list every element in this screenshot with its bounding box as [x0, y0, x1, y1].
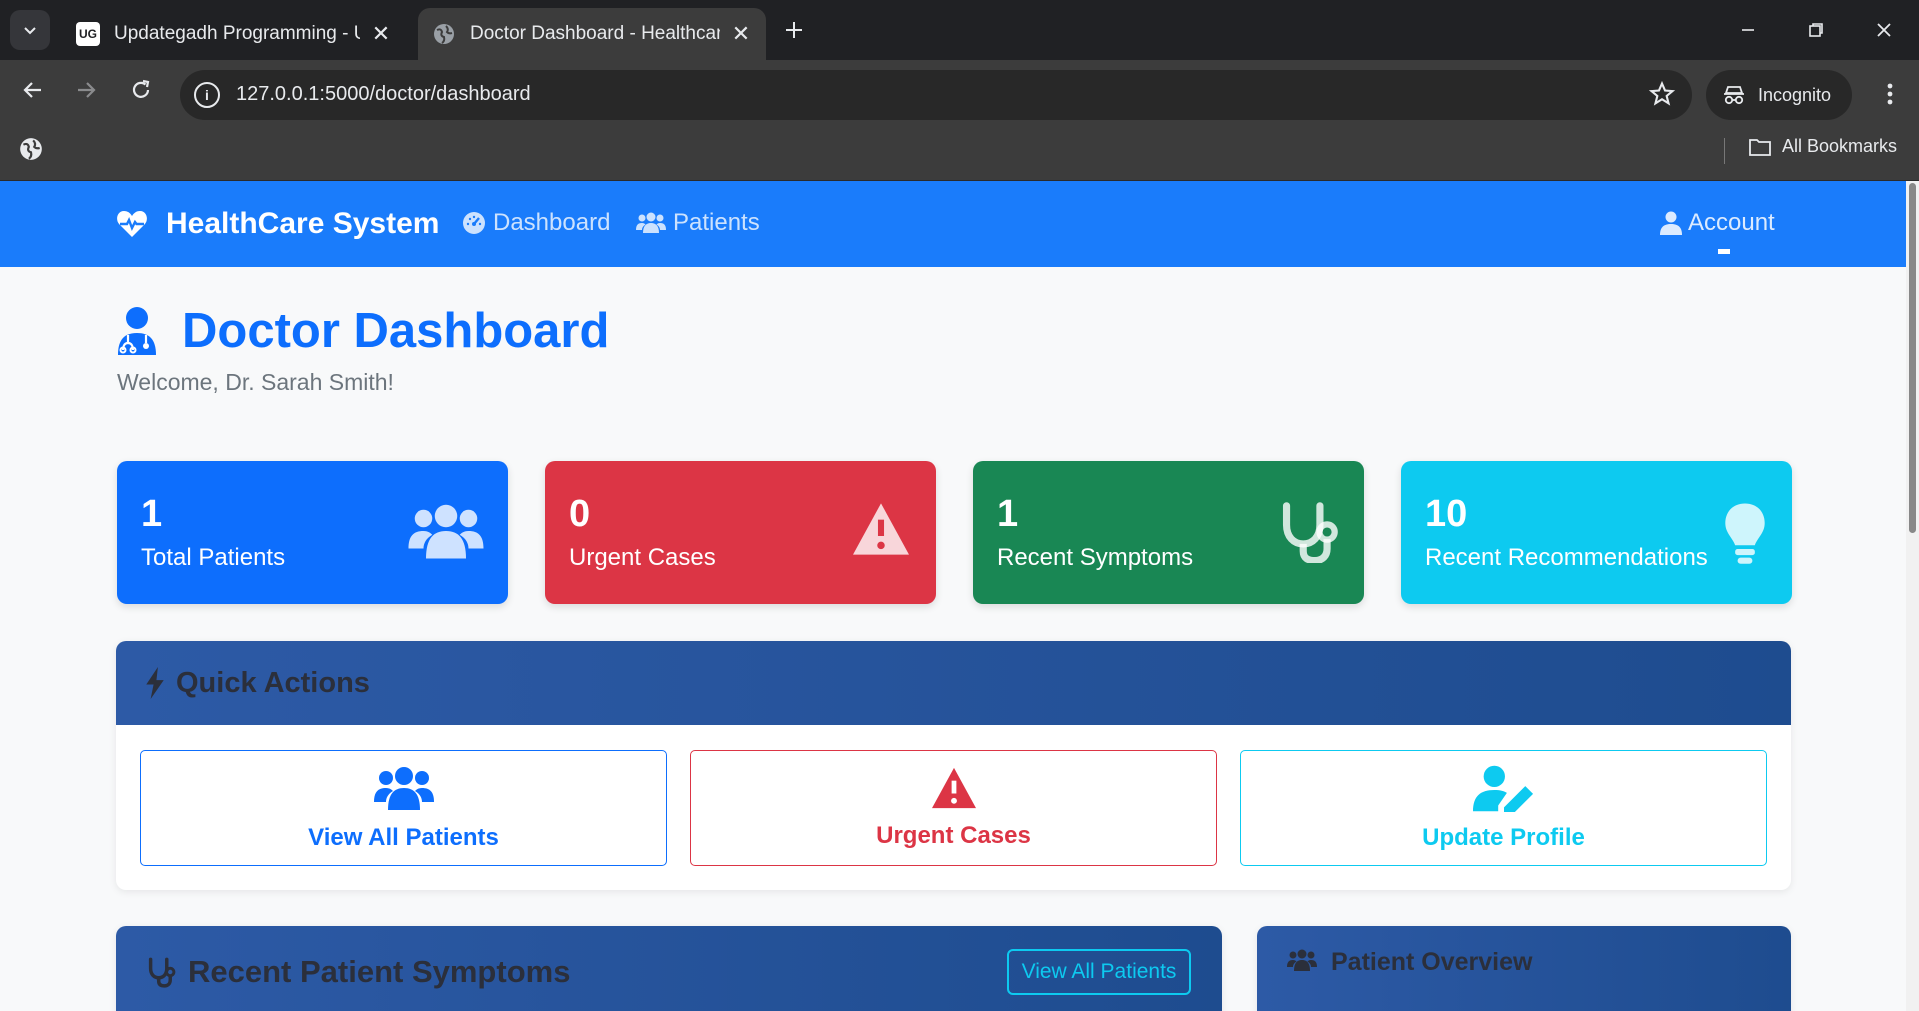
users-icon — [373, 767, 434, 810]
heartbeat-icon — [117, 211, 147, 237]
brand-link[interactable]: HealthCare System — [116, 207, 439, 241]
stat-label: Total Patients — [141, 544, 286, 571]
users-icon — [636, 212, 666, 233]
tab-title: Doctor Dashboard - Healthcare — [470, 23, 720, 44]
new-tab-button[interactable] — [776, 12, 812, 48]
welcome-message: Welcome, Dr. Sarah Smith! — [117, 369, 394, 395]
stat-card-recent-recommendations[interactable]: 10 Recent Recommendations — [1401, 461, 1792, 604]
plus-icon — [786, 22, 802, 38]
close-tab-icon[interactable]: ✕ — [370, 21, 392, 47]
nav-dashboard-link[interactable]: Dashboard — [462, 209, 610, 237]
incognito-label: Incognito — [1758, 84, 1832, 105]
app-navbar: HealthCare System Dashboard Patients Acc… — [0, 181, 1906, 267]
close-window-button[interactable] — [1862, 8, 1906, 52]
more-vertical-icon — [1887, 83, 1893, 105]
stethoscope-icon — [148, 957, 176, 988]
tab-title: Updategadh Programming - Up — [114, 23, 360, 44]
patient-overview-title: Patient Overview — [1331, 948, 1533, 976]
close-icon — [1877, 23, 1891, 37]
back-button[interactable] — [13, 70, 53, 110]
stat-value: 10 — [1425, 493, 1468, 535]
user-icon — [1660, 211, 1682, 235]
stat-card-urgent-cases[interactable]: 0 Urgent Cases — [545, 461, 936, 604]
user-doctor-icon — [118, 307, 156, 355]
browser-tab-updategadh[interactable]: UG Updategadh Programming - Up ✕ — [62, 8, 406, 60]
stat-card-total-patients[interactable]: 1 Total Patients — [117, 461, 508, 604]
account-label: Account — [1688, 209, 1775, 236]
page-viewport: HealthCare System Dashboard Patients Acc… — [0, 181, 1906, 1011]
stat-value: 0 — [569, 493, 591, 535]
updategadh-logo-icon: UG — [76, 22, 100, 46]
quick-actions-card: Quick Actions View All Patients Urgent C… — [116, 641, 1791, 890]
browser-tab-strip: UG Updategadh Programming - Up ✕ Doctor … — [0, 0, 1919, 60]
urgent-cases-button[interactable]: Urgent Cases — [690, 750, 1217, 866]
browser-menu-button[interactable] — [1872, 74, 1908, 114]
browser-tab-doctor-dashboard[interactable]: Doctor Dashboard - Healthcare ✕ — [418, 8, 766, 60]
brand-name: HealthCare System — [166, 207, 440, 240]
scrollbar-thumb[interactable] — [1909, 183, 1916, 533]
url-text[interactable]: 127.0.0.1:5000/doctor/dashboard — [236, 83, 531, 106]
view-all-patients-button[interactable]: View All Patients — [140, 750, 667, 866]
forward-button[interactable] — [66, 70, 106, 110]
minimize-button[interactable] — [1726, 8, 1770, 52]
users-icon — [1287, 949, 1317, 971]
all-bookmarks-button[interactable]: All Bookmarks — [1748, 136, 1897, 157]
nav-dashboard-label: Dashboard — [493, 209, 611, 236]
patient-overview-header: Patient Overview — [1257, 926, 1791, 1011]
lightbulb-icon — [1725, 503, 1765, 564]
reload-icon — [132, 79, 150, 98]
all-bookmarks-label: All Bookmarks — [1782, 136, 1898, 156]
page-scrollbar[interactable] — [1906, 181, 1919, 1011]
patient-overview-card: Patient Overview — [1257, 926, 1791, 1011]
address-bar[interactable]: i 127.0.0.1:5000/doctor/dashboard — [180, 70, 1692, 120]
stethoscope-icon — [1282, 502, 1338, 563]
users-icon — [408, 504, 484, 559]
warning-icon — [931, 767, 976, 809]
globe-icon[interactable] — [18, 136, 44, 162]
arrow-right-icon — [78, 82, 96, 98]
page-title: Doctor Dashboard — [116, 303, 609, 359]
update-profile-button[interactable]: Update Profile — [1240, 750, 1767, 866]
close-tab-icon[interactable]: ✕ — [730, 21, 752, 47]
incognito-icon — [1724, 86, 1744, 105]
reload-button[interactable] — [121, 70, 161, 110]
tachometer-icon — [463, 212, 485, 234]
recent-symptoms-title: Recent Patient Symptoms — [188, 954, 571, 989]
stat-label: Urgent Cases — [569, 544, 716, 571]
restore-button[interactable] — [1794, 8, 1838, 52]
stat-label: Recent Recommendations — [1425, 544, 1708, 571]
button-label: Update Profile — [1422, 824, 1585, 851]
stat-value: 1 — [141, 493, 163, 535]
restore-icon — [1809, 23, 1823, 37]
user-edit-icon — [1472, 765, 1533, 812]
button-label: Urgent Cases — [876, 822, 1031, 849]
folder-icon — [1749, 138, 1771, 156]
quick-actions-title: Quick Actions — [176, 666, 370, 699]
incognito-badge[interactable]: Incognito — [1706, 70, 1852, 120]
tab-search-button[interactable] — [10, 10, 50, 50]
nav-patients-label: Patients — [673, 209, 760, 236]
recent-symptoms-card: Recent Patient Symptoms View All Patient… — [116, 926, 1222, 1011]
bookmarks-divider — [1724, 138, 1725, 164]
minimize-icon — [1742, 29, 1754, 31]
site-info-icon[interactable]: i — [194, 82, 220, 108]
stat-value: 1 — [997, 493, 1019, 535]
button-label: View All Patients — [308, 824, 499, 851]
dropdown-caret-icon — [1718, 249, 1730, 254]
arrow-left-icon — [23, 82, 41, 98]
warning-icon — [853, 503, 909, 555]
nav-patients-link[interactable]: Patients — [636, 209, 760, 237]
page-title-text: Doctor Dashboard — [182, 304, 610, 358]
bookmark-star-icon[interactable] — [1648, 80, 1676, 108]
browser-toolbar: i 127.0.0.1:5000/doctor/dashboard Incogn… — [0, 60, 1919, 120]
stat-label: Recent Symptoms — [997, 544, 1194, 571]
chevron-down-icon — [24, 27, 36, 35]
stat-card-recent-symptoms[interactable]: 1 Recent Symptoms — [973, 461, 1364, 604]
quick-actions-header: Quick Actions — [116, 641, 1791, 725]
account-dropdown[interactable]: Account — [1660, 209, 1775, 237]
bookmarks-bar: All Bookmarks — [0, 120, 1919, 181]
view-all-patients-button[interactable]: View All Patients — [1007, 949, 1191, 995]
bolt-icon — [146, 667, 164, 699]
globe-icon — [434, 24, 454, 44]
